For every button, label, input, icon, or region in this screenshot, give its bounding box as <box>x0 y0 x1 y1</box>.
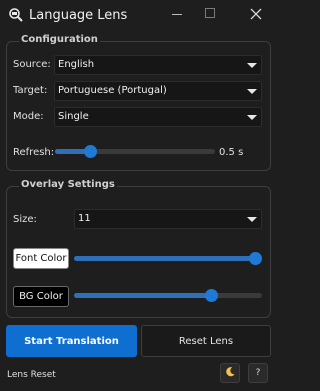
magnifier-icon <box>8 7 24 23</box>
target-value: Portuguese (Portugal) <box>58 85 167 96</box>
mode-label: Mode: <box>13 111 44 122</box>
minimize-button[interactable] <box>172 14 182 15</box>
bg-color-slider-thumb[interactable] <box>205 289 218 302</box>
chevron-down-icon <box>247 217 257 222</box>
refresh-slider-thumb[interactable] <box>84 145 97 158</box>
bg-color-slider-fill <box>74 293 211 298</box>
refresh-value: 0.5 s <box>219 147 244 158</box>
bg-color-button[interactable]: BG Color <box>13 286 69 307</box>
close-icon[interactable] <box>250 8 262 20</box>
source-value: English <box>58 59 95 70</box>
maximize-button[interactable] <box>205 8 215 18</box>
refresh-label: Refresh: <box>13 147 55 158</box>
font-color-button[interactable]: Font Color <box>13 248 69 269</box>
overlay-settings-title: Overlay Settings <box>19 179 117 190</box>
theme-toggle-button[interactable] <box>220 363 240 383</box>
mode-select[interactable]: Single <box>54 107 262 127</box>
target-select[interactable]: Portuguese (Portugal) <box>54 81 262 101</box>
start-translation-button[interactable]: Start Translation <box>6 325 137 357</box>
source-label: Source: <box>13 59 51 70</box>
reset-lens-button[interactable]: Reset Lens <box>141 325 271 357</box>
size-label: Size: <box>13 214 37 225</box>
chevron-down-icon <box>247 63 257 68</box>
moon-icon <box>225 366 236 380</box>
font-color-slider-thumb[interactable] <box>249 252 262 265</box>
mode-value: Single <box>58 111 89 122</box>
status-text: Lens Reset <box>7 370 56 380</box>
size-select[interactable]: 11 <box>74 209 262 229</box>
title-bar: Language Lens <box>0 0 279 32</box>
chevron-down-icon <box>247 115 257 120</box>
help-button[interactable]: ? <box>248 363 268 383</box>
window-title: Language Lens <box>29 8 128 23</box>
font-color-slider-fill <box>74 256 255 261</box>
chevron-down-icon <box>247 89 257 94</box>
configuration-title: Configuration <box>19 34 100 45</box>
refresh-slider[interactable] <box>55 145 215 158</box>
source-select[interactable]: English <box>54 55 262 75</box>
bg-color-slider[interactable] <box>74 289 262 302</box>
target-label: Target: <box>13 85 48 96</box>
font-color-slider[interactable] <box>74 252 262 265</box>
size-value: 11 <box>78 213 91 224</box>
